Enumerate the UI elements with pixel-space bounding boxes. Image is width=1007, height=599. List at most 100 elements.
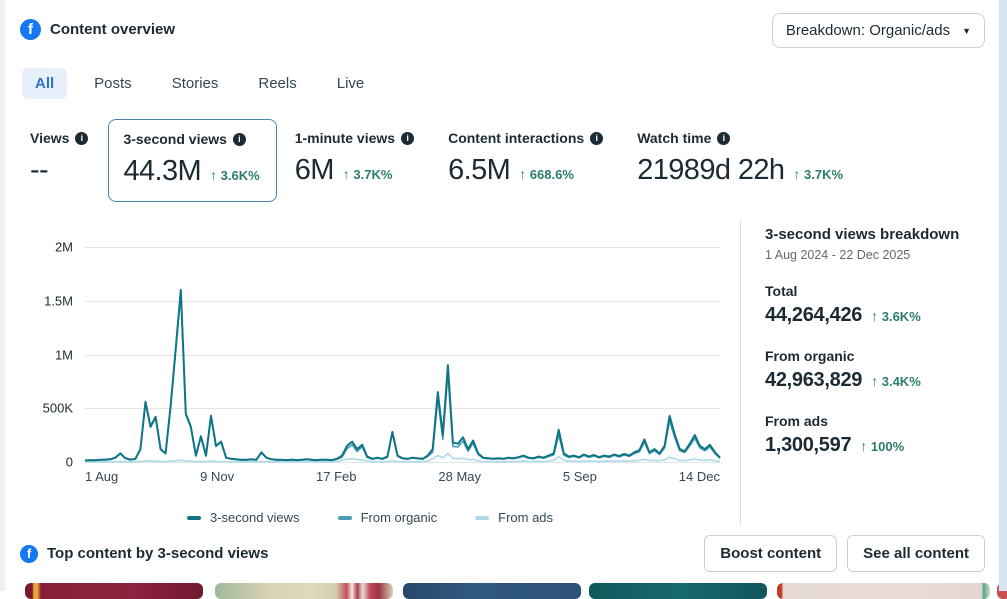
- legend-label: From organic: [361, 510, 438, 525]
- metric-change-value: 3.7K%: [353, 167, 392, 182]
- metric-change: ↑ 3.6K%: [210, 167, 260, 183]
- legend-item-from-ads[interactable]: From ads: [475, 510, 553, 525]
- breakdown-dropdown[interactable]: Breakdown: Organic/ads ▼: [772, 13, 985, 48]
- legend-item-from-organic[interactable]: From organic: [338, 510, 438, 525]
- breakdown-row-value: 1,300,597: [765, 434, 851, 457]
- info-icon[interactable]: i: [75, 132, 88, 145]
- metric-1m-label-row: 1-minute views i: [295, 130, 414, 146]
- metric-value: 44.3M: [123, 155, 201, 188]
- metric-label: Watch time: [637, 130, 711, 146]
- metric-1-minute-views[interactable]: 1-minute views i 6M ↑ 3.7K%: [295, 119, 414, 200]
- content-type-tabs: All Posts Stories Reels Live: [22, 68, 1007, 99]
- footer-buttons: Boost content See all content: [704, 535, 985, 572]
- x-axis-tick: 28 May: [438, 469, 481, 484]
- up-arrow-icon: ↑: [871, 373, 878, 389]
- breakdown-change-value: 3.6K%: [882, 309, 921, 324]
- breakdown-panel: 3-second views breakdown 1 Aug 2024 - 22…: [740, 220, 1007, 525]
- header: f Content overview Breakdown: Organic/ad…: [0, 0, 1007, 48]
- legend-label: 3-second views: [210, 510, 300, 525]
- metric-change: ↑ 3.7K%: [343, 166, 393, 182]
- breakdown-row-label: From ads: [765, 413, 1007, 429]
- info-icon[interactable]: i: [401, 132, 414, 145]
- tab-posts-label: Posts: [94, 75, 132, 92]
- up-arrow-icon: ↑: [343, 166, 350, 182]
- info-icon[interactable]: i: [717, 132, 730, 145]
- metric-3s-label-row: 3-second views i: [123, 131, 259, 147]
- chart-column: 2M 1.5M 1M 500K 0 1 Aug 9 Nov 17 Feb 28 …: [0, 220, 740, 525]
- content-thumbnail[interactable]: [777, 583, 990, 599]
- see-all-content-button[interactable]: See all content: [847, 535, 985, 572]
- left-edge-strip: [0, 0, 5, 591]
- tab-posts[interactable]: Posts: [81, 68, 145, 99]
- chart-section: 2M 1.5M 1M 500K 0 1 Aug 9 Nov 17 Feb 28 …: [0, 220, 1007, 525]
- breakdown-row-value: 44,264,426: [765, 304, 862, 327]
- page-title: Content overview: [50, 21, 175, 38]
- tab-all-label: All: [35, 75, 54, 92]
- legend-item-3-second-views[interactable]: 3-second views: [187, 510, 300, 525]
- x-axis-tick: 9 Nov: [200, 469, 234, 484]
- tab-reels[interactable]: Reels: [245, 68, 309, 99]
- breakdown-row-change: ↑ 100%: [860, 438, 904, 454]
- x-axis-tick: 14 Dec: [679, 469, 720, 484]
- top-content-title: Top content by 3-second views: [47, 545, 268, 562]
- content-overview-page: f Content overview Breakdown: Organic/ad…: [0, 0, 1007, 572]
- up-arrow-icon: ↑: [871, 308, 878, 324]
- content-thumbnail[interactable]: [403, 583, 581, 599]
- breakdown-row-total: Total 44,264,426 ↑ 3.6K%: [765, 283, 1007, 327]
- breakdown-row-from-ads: From ads 1,300,597 ↑ 100%: [765, 413, 1007, 457]
- metric-label: Content interactions: [448, 130, 584, 146]
- x-axis-tick: 1 Aug: [85, 469, 118, 484]
- breakdown-row-change: ↑ 3.4K%: [871, 373, 921, 389]
- scrollbar-track[interactable]: [999, 0, 1007, 591]
- breakdown-dropdown-label: Breakdown: Organic/ads: [786, 22, 950, 39]
- legend-label: From ads: [498, 510, 553, 525]
- breakdown-row-value: 42,963,829: [765, 369, 862, 392]
- metric-change-value: 3.7K%: [804, 167, 843, 182]
- metric-label: 3-second views: [123, 131, 227, 147]
- line-chart[interactable]: 2M 1.5M 1M 500K 0: [85, 247, 720, 462]
- metric-label: Views: [30, 130, 69, 146]
- metric-change-value: 668.6%: [530, 167, 574, 182]
- y-axis-tick: 0: [66, 455, 73, 470]
- facebook-logo-icon: f: [20, 545, 38, 563]
- y-axis-tick: 500K: [43, 401, 73, 416]
- breakdown-date-range: 1 Aug 2024 - 22 Dec 2025: [765, 248, 1007, 262]
- chart-legend: 3-second views From organic From ads: [0, 510, 740, 525]
- breakdown-panel-title: 3-second views breakdown: [765, 226, 1007, 243]
- facebook-logo-icon: f: [20, 19, 41, 40]
- content-thumbnail[interactable]: [25, 583, 203, 599]
- metric-content-interactions[interactable]: Content interactions i 6.5M ↑ 668.6%: [448, 119, 603, 200]
- metric-value: 6M: [295, 154, 334, 187]
- tab-reels-label: Reels: [258, 75, 296, 92]
- y-axis-tick: 2M: [55, 240, 73, 255]
- boost-content-button[interactable]: Boost content: [704, 535, 837, 572]
- tab-stories-label: Stories: [172, 75, 219, 92]
- x-axis-tick: 17 Feb: [316, 469, 356, 484]
- metric-3-second-views[interactable]: 3-second views i 44.3M ↑ 3.6K%: [108, 119, 276, 202]
- up-arrow-icon: ↑: [793, 166, 800, 182]
- metric-views-label-row: Views i: [30, 130, 88, 146]
- content-thumbnail[interactable]: [589, 583, 767, 599]
- info-icon[interactable]: i: [590, 132, 603, 145]
- metric-views[interactable]: Views i --: [30, 119, 88, 200]
- metric-value: 21989d 22h: [637, 154, 784, 187]
- tab-stories[interactable]: Stories: [159, 68, 232, 99]
- metric-ci-label-row: Content interactions i: [448, 130, 603, 146]
- tab-all[interactable]: All: [22, 68, 67, 99]
- breakdown-row-from-organic: From organic 42,963,829 ↑ 3.4K%: [765, 348, 1007, 392]
- up-arrow-icon: ↑: [860, 438, 867, 454]
- metric-watch-time[interactable]: Watch time i 21989d 22h ↑ 3.7K%: [637, 119, 843, 200]
- info-icon[interactable]: i: [233, 133, 246, 146]
- tab-live[interactable]: Live: [324, 68, 378, 99]
- content-thumbnail[interactable]: [215, 583, 393, 599]
- metric-wt-label-row: Watch time i: [637, 130, 843, 146]
- breakdown-row-label: From organic: [765, 348, 1007, 364]
- metric-change: ↑ 668.6%: [519, 166, 574, 182]
- breakdown-row-label: Total: [765, 283, 1007, 299]
- y-axis-tick: 1.5M: [44, 293, 73, 308]
- metric-change: ↑ 3.7K%: [793, 166, 843, 182]
- top-content-section: f Top content by 3-second views Boost co…: [0, 525, 1007, 572]
- breakdown-change-value: 100%: [871, 439, 904, 454]
- up-arrow-icon: ↑: [519, 166, 526, 182]
- metrics-row: Views i -- 3-second views i 44.3M ↑ 3.6K…: [30, 119, 1007, 202]
